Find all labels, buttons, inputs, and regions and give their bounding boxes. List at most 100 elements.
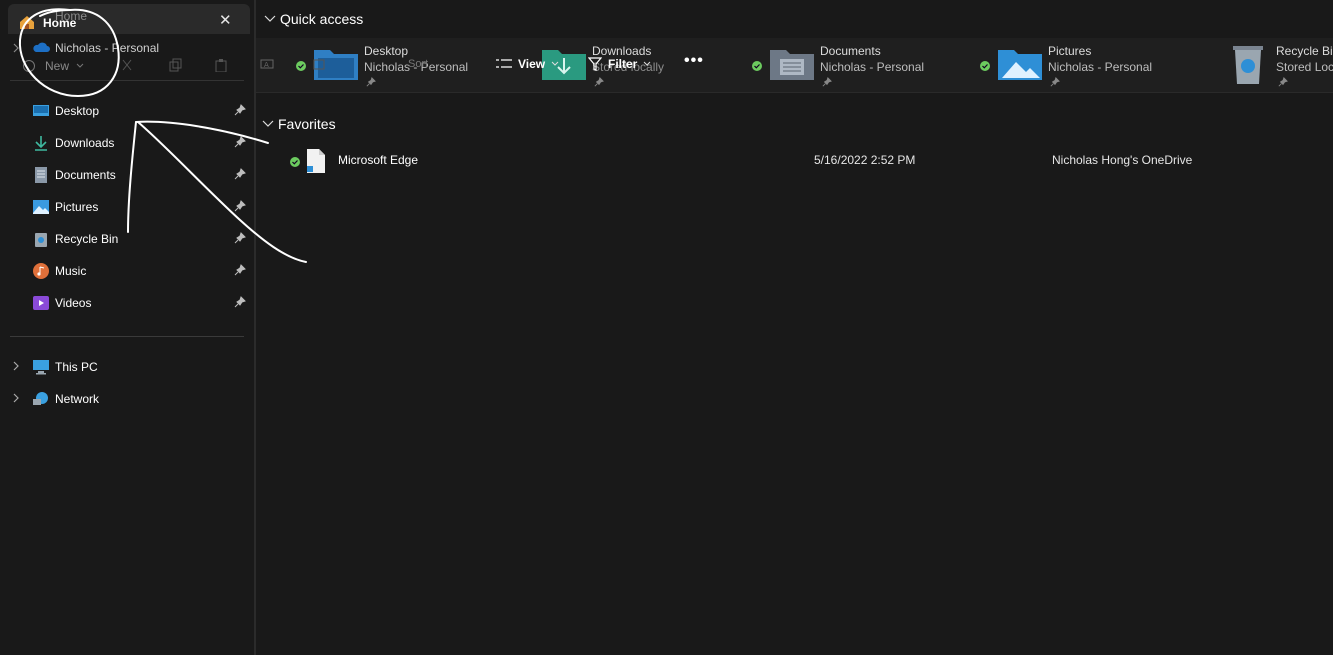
ghost-separator	[10, 80, 244, 81]
pin-icon[interactable]	[234, 296, 246, 311]
view-button[interactable]: View	[496, 57, 559, 71]
chevron-down-icon	[262, 120, 274, 127]
ghost-command-icons	[120, 56, 240, 76]
qa-tile-name: Downloads	[592, 44, 652, 58]
documents-folder-icon	[770, 46, 814, 83]
sidebar-item-label: Music	[55, 264, 87, 278]
home-icon	[18, 14, 36, 33]
sidebar-item-label: This PC	[55, 360, 98, 374]
share-icon[interactable]	[312, 57, 326, 71]
sidebar-item-pictures[interactable]: Pictures	[28, 193, 250, 221]
download-icon	[33, 135, 49, 151]
desktop-icon	[33, 103, 49, 119]
content-pane: Quick access Desktop Nicholas - Personal…	[256, 0, 1333, 655]
copy-icon[interactable]	[168, 58, 182, 72]
pin-icon	[822, 76, 832, 90]
sidebar-item-label: Downloads	[55, 136, 115, 150]
filter-icon	[588, 57, 602, 71]
chevron-right-icon	[13, 43, 19, 53]
quick-access-title: Quick access	[280, 11, 364, 27]
filter-button[interactable]: Filter	[588, 57, 651, 71]
sidebar-item-documents[interactable]: Documents	[28, 161, 250, 189]
qa-tile-sub: Nicholas - Personal	[1048, 60, 1153, 74]
sidebar-item-label: Recycle Bin	[55, 232, 119, 246]
pin-icon	[1278, 76, 1288, 90]
onedrive-root-item[interactable]: Nicholas - Personal	[12, 38, 254, 58]
sync-status-icon	[296, 60, 306, 74]
file-name: Microsoft Edge	[338, 153, 419, 167]
quick-access-header[interactable]: Quick access	[264, 8, 363, 30]
onedrive-root-label: Nicholas - Personal	[55, 41, 160, 55]
sidebar-item-label: Videos	[55, 296, 92, 310]
qa-tile-pictures[interactable]: Pictures Nicholas - Personal	[980, 42, 1218, 90]
sync-status-icon	[290, 156, 300, 170]
pictures-folder-icon	[998, 46, 1042, 83]
sidebar-item-music[interactable]: Music	[28, 257, 250, 285]
new-label: New	[45, 59, 70, 73]
cut-icon[interactable]	[120, 58, 134, 72]
music-icon	[33, 263, 49, 279]
pin-icon[interactable]	[234, 136, 246, 151]
view-icon	[496, 59, 512, 68]
sidebar-item-this-pc[interactable]: This PC	[13, 353, 250, 381]
file-date: 5/16/2022 2:52 PM	[814, 153, 916, 167]
sidebar-item-recycle-bin[interactable]: Recycle Bin	[28, 225, 250, 253]
chevron-right-icon[interactable]	[12, 393, 20, 403]
videos-icon	[33, 295, 49, 311]
qa-tile-name: Pictures	[1048, 44, 1092, 58]
qa-tile-downloads[interactable]: Downloads Stored locally	[542, 42, 762, 90]
pin-icon[interactable]	[234, 104, 246, 119]
pin-icon[interactable]	[234, 168, 246, 183]
favorites-header[interactable]: Favorites	[262, 116, 336, 132]
pin-icon	[594, 76, 604, 90]
chevron-down-icon	[551, 61, 559, 66]
sidebar-separator	[10, 336, 244, 337]
recycle-bin-icon	[33, 231, 49, 247]
chevron-down-icon	[264, 15, 276, 22]
sidebar-item-videos[interactable]: Videos	[28, 289, 250, 317]
qa-tile-sub: Stored Loc	[1276, 60, 1333, 74]
qa-tile-sub: Nicholas - Personal	[820, 60, 925, 74]
pin-icon[interactable]	[234, 232, 246, 247]
sort-button-ghost[interactable]: Sort	[408, 58, 428, 70]
rename-icon[interactable]: A	[260, 57, 274, 71]
sync-status-icon	[980, 60, 990, 74]
file-location: Nicholas Hong's OneDrive	[1052, 153, 1193, 167]
pin-icon[interactable]	[234, 264, 246, 279]
onedrive-cloud-icon	[33, 42, 50, 52]
pin-icon	[1050, 76, 1060, 90]
svg-text:A: A	[264, 61, 269, 69]
pin-icon[interactable]	[234, 200, 246, 215]
qa-tile-name: Desktop	[364, 44, 409, 58]
table-row[interactable]: Microsoft Edge 5/16/2022 2:52 PM Nichola…	[286, 148, 1326, 174]
tab-title: Home	[43, 16, 77, 30]
documents-icon	[33, 167, 49, 183]
chevron-down-icon	[643, 61, 651, 66]
sidebar-item-network[interactable]: Network	[13, 385, 250, 413]
sidebar-item-label: Network	[55, 392, 100, 406]
pictures-icon	[33, 199, 49, 215]
more-options-button[interactable]: •••	[684, 52, 704, 70]
recycle-bin-icon	[1230, 44, 1266, 89]
sidebar-item-label: Pictures	[55, 200, 99, 214]
sidebar-item-downloads[interactable]: Downloads	[28, 129, 250, 157]
chevron-down-icon	[76, 63, 84, 68]
sidebar-item-label: Desktop	[55, 104, 100, 118]
paste-icon[interactable]	[214, 58, 228, 72]
favorites-title: Favorites	[278, 116, 336, 132]
shortcut-file-icon	[306, 149, 326, 176]
qa-tile-recycle-bin[interactable]: Recycle Bin Stored Loc	[1226, 42, 1333, 90]
sync-status-icon	[752, 60, 762, 74]
view-label: View	[518, 57, 546, 71]
new-button[interactable]: New	[22, 58, 102, 74]
tab-close-icon[interactable]: ✕	[219, 11, 232, 29]
network-icon	[33, 391, 49, 407]
sidebar-item-label: Documents	[55, 168, 116, 182]
pin-icon	[366, 76, 376, 90]
qa-tile-documents[interactable]: Documents Nicholas - Personal	[752, 42, 990, 90]
this-pc-icon	[33, 359, 49, 375]
chevron-right-icon[interactable]	[12, 361, 20, 371]
sidebar-item-desktop[interactable]: Desktop	[28, 97, 250, 125]
qa-tile-name: Documents	[820, 44, 881, 58]
qa-tile-name: Recycle Bin	[1276, 44, 1333, 58]
